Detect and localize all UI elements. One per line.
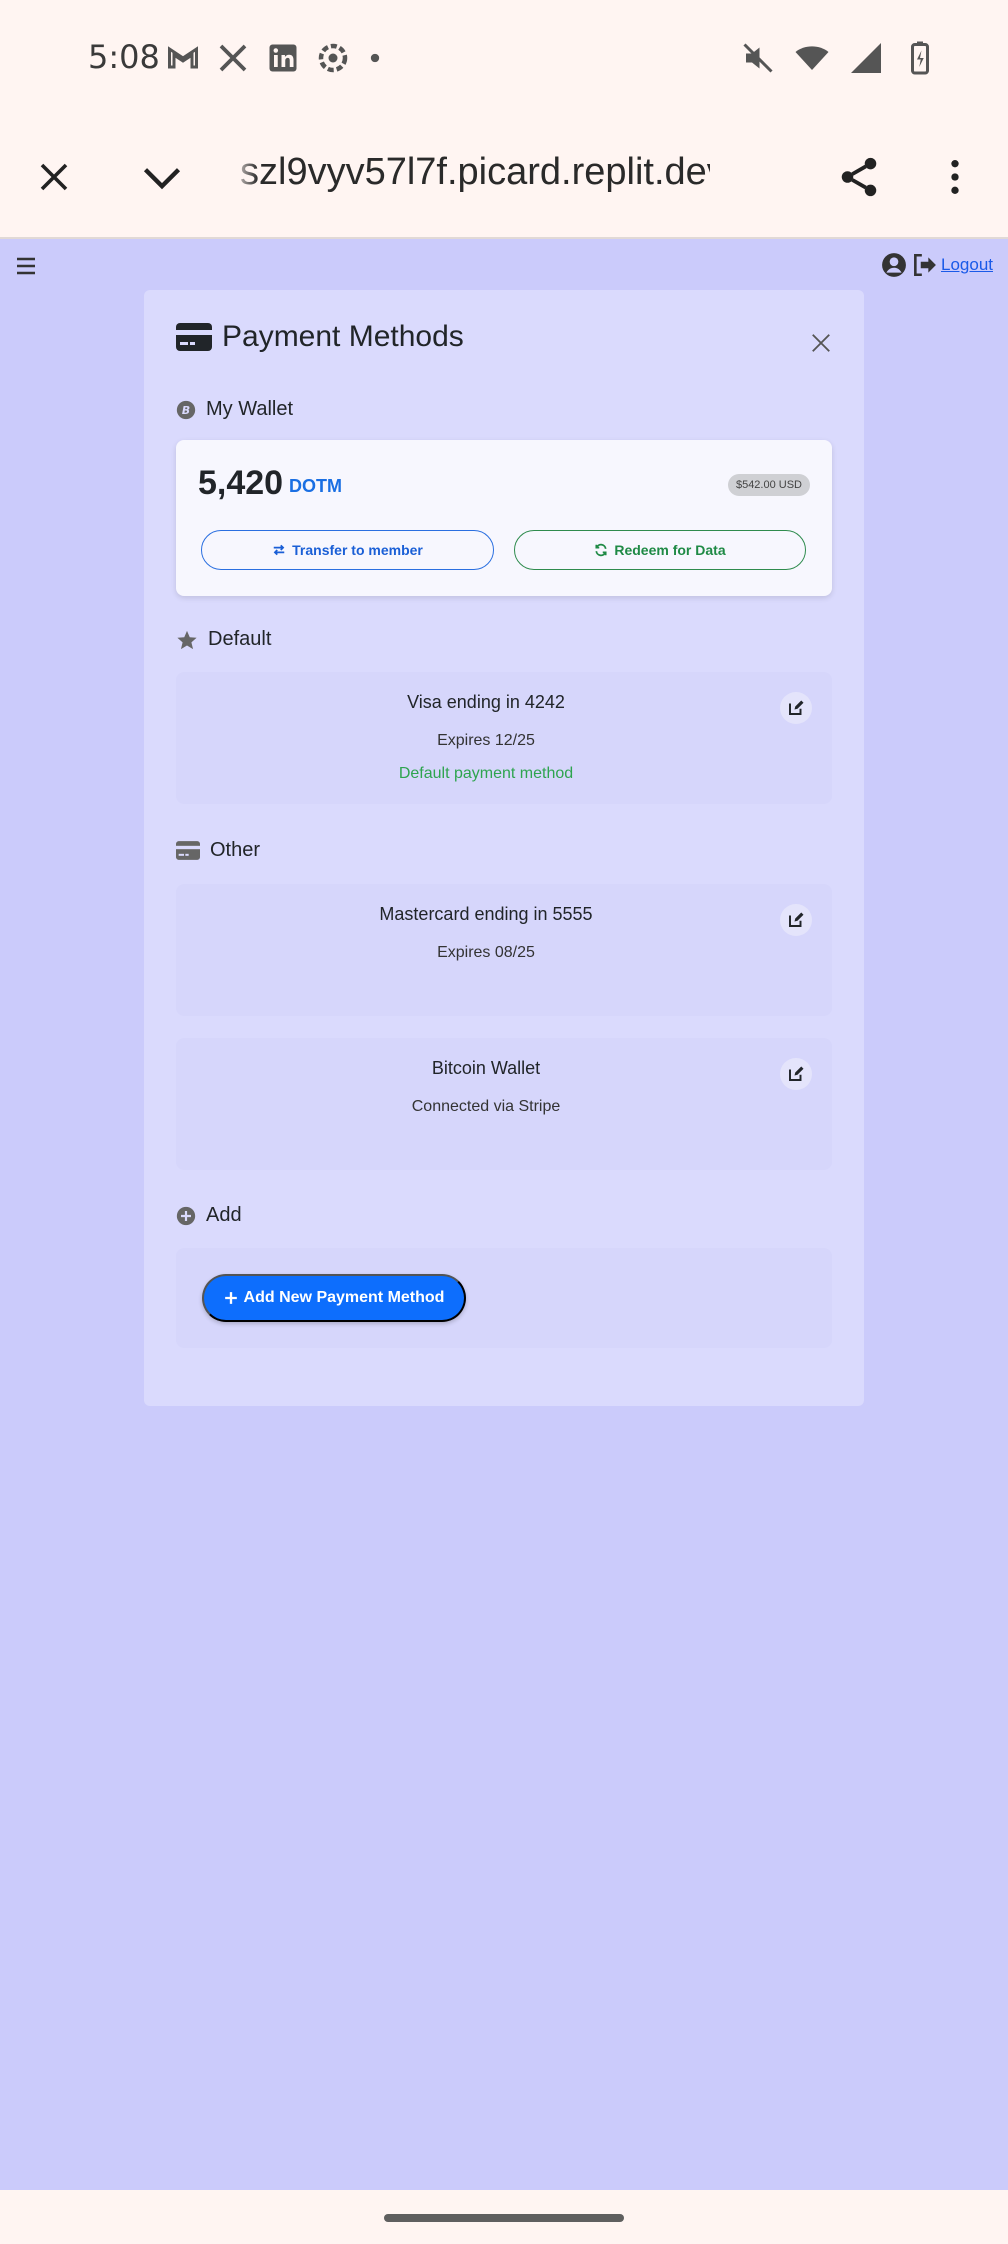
share-icon bbox=[841, 157, 877, 197]
credit-card-icon bbox=[176, 323, 212, 351]
plus-icon bbox=[224, 1292, 237, 1304]
signal-icon bbox=[851, 43, 881, 73]
navigation-bar bbox=[0, 2190, 1008, 2244]
edit-icon bbox=[789, 1066, 804, 1081]
share-button[interactable] bbox=[827, 145, 891, 209]
mute-icon bbox=[743, 43, 773, 73]
system-icons bbox=[740, 40, 938, 76]
card-expiry: Expires 08/25 bbox=[437, 944, 535, 961]
other-card-mastercard[interactable]: Mastercard ending in 5555 Expires 08/25 bbox=[176, 884, 832, 1016]
default-note: Default payment method bbox=[398, 765, 574, 782]
chevron-down-icon bbox=[143, 168, 181, 190]
close-icon bbox=[40, 163, 68, 191]
other-card-bitcoin[interactable]: Bitcoin Wallet Connected via Stripe bbox=[176, 1038, 832, 1170]
edit-icon bbox=[789, 912, 804, 927]
url-fade bbox=[230, 145, 258, 205]
x-icon bbox=[219, 44, 247, 72]
add-button-label: Add New Payment Method bbox=[243, 1289, 445, 1306]
browser-toolbar: szl9vyv57l7f.picard.replit.dev bbox=[0, 115, 1008, 239]
card-connection: Connected via Stripe bbox=[411, 1098, 561, 1115]
wifi-icon bbox=[795, 46, 829, 70]
hamburger-menu-icon[interactable] bbox=[14, 254, 38, 278]
tab-switch-button[interactable] bbox=[130, 145, 194, 209]
add-card: Add New Payment Method bbox=[176, 1248, 832, 1348]
battery-charging-icon bbox=[911, 41, 929, 75]
add-payment-method-button[interactable]: Add New Payment Method bbox=[202, 1274, 466, 1322]
exchange-icon bbox=[273, 544, 285, 556]
logout-icon[interactable] bbox=[911, 252, 937, 278]
add-section-label: Add bbox=[206, 1204, 242, 1226]
redeem-label: Redeem for Data bbox=[614, 542, 726, 558]
refresh-icon bbox=[595, 543, 607, 557]
card-expiry: Expires 12/25 bbox=[437, 732, 535, 749]
add-section-header: Add bbox=[176, 1204, 242, 1227]
url-bar[interactable]: szl9vyv57l7f.picard.replit.dev bbox=[240, 151, 710, 194]
usd-value-badge: $542.00 USD bbox=[727, 474, 810, 496]
panel-title-text: Payment Methods bbox=[222, 320, 464, 353]
dot-icon bbox=[370, 53, 380, 63]
status-time: 5:08 bbox=[88, 38, 160, 76]
user-circle-icon[interactable] bbox=[881, 252, 907, 278]
notification-icons bbox=[165, 40, 385, 76]
edit-mastercard-button[interactable] bbox=[780, 904, 812, 936]
other-section-label: Other bbox=[210, 839, 261, 861]
edit-bitcoin-wallet-button[interactable] bbox=[780, 1058, 812, 1090]
bitcoin-icon: B bbox=[176, 400, 196, 419]
wallet-amount: 5,420 bbox=[198, 464, 284, 502]
settings-cloud-icon bbox=[318, 43, 348, 73]
card-name: Bitcoin Wallet bbox=[431, 1058, 541, 1078]
home-gesture-pill[interactable] bbox=[384, 2214, 624, 2222]
other-section-header: Other bbox=[176, 839, 260, 862]
gmail-icon bbox=[168, 46, 198, 69]
edit-icon bbox=[789, 700, 804, 715]
default-section-header: Default bbox=[176, 628, 271, 651]
linkedin-icon bbox=[269, 44, 297, 72]
browser-menu-button[interactable] bbox=[923, 145, 987, 209]
edit-default-card-button[interactable] bbox=[780, 692, 812, 724]
close-tab-button[interactable] bbox=[22, 145, 86, 209]
redeem-for-data-button[interactable]: Redeem for Data bbox=[514, 530, 806, 570]
wallet-section-label: My Wallet bbox=[206, 398, 294, 420]
transfer-to-member-button[interactable]: Transfer to member bbox=[201, 530, 494, 570]
star-icon bbox=[177, 630, 197, 649]
default-card[interactable]: Visa ending in 4242 Expires 12/25 Defaul… bbox=[176, 672, 832, 804]
panel-title: Payment Methods bbox=[176, 320, 464, 354]
logout-link[interactable]: Logout bbox=[941, 255, 993, 275]
default-section-label: Default bbox=[208, 628, 272, 650]
svg-text:B: B bbox=[182, 404, 190, 417]
card-name: Mastercard ending in 5555 bbox=[379, 904, 593, 924]
user-area: Logout bbox=[881, 252, 993, 278]
wallet-section-header: B My Wallet bbox=[176, 398, 293, 421]
plus-circle-icon bbox=[176, 1206, 196, 1225]
wallet-card: 5,420 DOTM $542.00 USD Transfer to membe… bbox=[176, 440, 832, 596]
credit-card-icon bbox=[176, 841, 200, 860]
card-name: Visa ending in 4242 bbox=[407, 692, 565, 712]
payment-methods-panel: Payment Methods B My Wallet 5,420 DOTM $… bbox=[144, 290, 864, 1406]
wallet-unit: DOTM bbox=[289, 476, 342, 496]
status-bar: 5:08 bbox=[0, 0, 1008, 115]
transfer-label: Transfer to member bbox=[292, 542, 423, 558]
more-vert-icon bbox=[951, 160, 959, 194]
close-panel-icon[interactable] bbox=[810, 332, 832, 354]
